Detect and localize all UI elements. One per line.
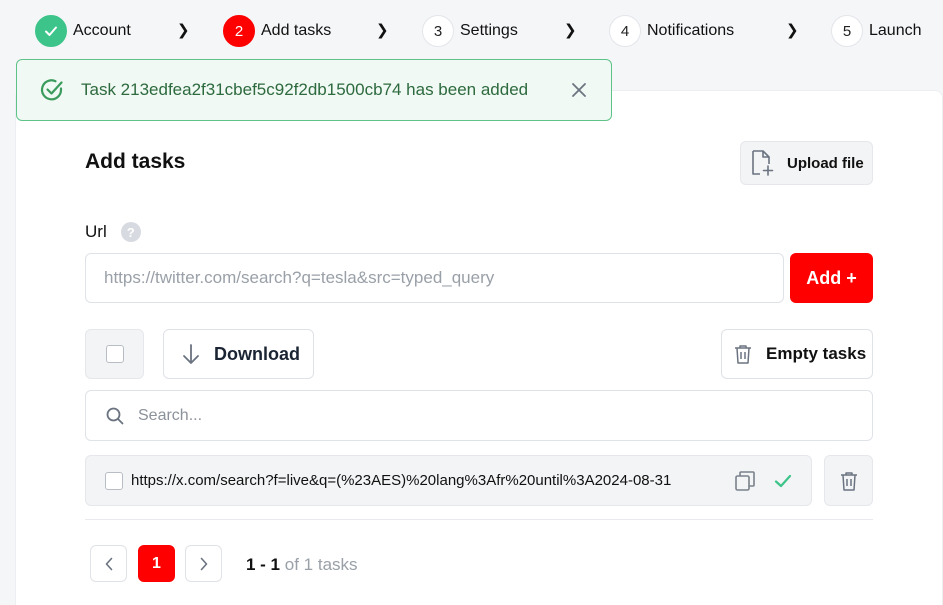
select-all <box>85 329 144 379</box>
step-label: Notifications <box>647 22 735 39</box>
step-label: Account <box>73 22 131 39</box>
step-notifications[interactable]: 4 Notifications <box>609 15 734 47</box>
empty-tasks-label: Empty tasks <box>766 344 867 363</box>
step-label: Launch <box>869 22 922 39</box>
check-circle-icon <box>40 79 63 101</box>
check-icon <box>774 474 792 487</box>
upload-file-button[interactable]: Upload file <box>740 141 873 185</box>
download-label: Download <box>214 343 300 364</box>
search-box <box>85 390 873 441</box>
prev-page-button[interactable] <box>90 545 127 582</box>
step-label: Add tasks <box>261 22 332 39</box>
trash-icon <box>840 471 857 491</box>
page-button-current[interactable]: 1 <box>138 545 175 582</box>
url-input[interactable] <box>85 253 784 303</box>
help-icon[interactable]: ? <box>120 222 141 242</box>
step-account[interactable]: Account <box>35 15 131 47</box>
empty-tasks-button[interactable]: Empty tasks <box>721 329 873 379</box>
file-add-icon <box>752 150 774 176</box>
task-checkbox[interactable] <box>105 471 123 490</box>
pagination-info: 1 - 1 of 1 tasks <box>246 555 358 575</box>
page-title: Add tasks <box>85 150 186 173</box>
chevron-right-icon: ❯ <box>376 22 389 39</box>
arrow-down-icon <box>183 344 199 364</box>
task-url: https://x.com/search?f=live&q=(%23AES)%2… <box>131 472 672 489</box>
step-label: Settings <box>460 22 518 39</box>
close-icon <box>572 83 586 97</box>
pagination-total: of 1 tasks <box>284 555 358 574</box>
chevron-right-icon: ❯ <box>564 22 577 39</box>
step-done-icon <box>35 15 67 47</box>
url-label: Url ? <box>85 222 141 242</box>
add-task-button[interactable]: Add + <box>790 253 873 303</box>
task-row: https://x.com/search?f=live&q=(%23AES)%2… <box>85 455 812 506</box>
search-icon <box>106 407 124 424</box>
chevron-right-icon <box>200 557 207 570</box>
step-number: 2 <box>223 15 255 47</box>
copy-icon[interactable] <box>734 470 756 492</box>
chevron-left-icon <box>105 557 112 570</box>
upload-file-label: Upload file <box>787 154 864 172</box>
step-number: 5 <box>831 15 863 47</box>
chevron-right-icon: ❯ <box>177 22 190 39</box>
step-add-tasks[interactable]: 2 Add tasks <box>223 15 331 47</box>
divider <box>85 519 873 520</box>
step-number: 4 <box>609 15 641 47</box>
next-page-button[interactable] <box>185 545 222 582</box>
pagination-range: 1 - 1 <box>246 555 281 574</box>
stepper: Account ❯ 2 Add tasks ❯ 3 Settings ❯ 4 N… <box>0 0 943 64</box>
step-launch[interactable]: 5 Launch <box>831 15 922 47</box>
delete-task-button[interactable] <box>824 455 873 506</box>
chevron-right-icon: ❯ <box>786 22 799 39</box>
search-input[interactable] <box>138 406 838 425</box>
step-number: 3 <box>422 15 454 47</box>
step-settings[interactable]: 3 Settings <box>422 15 518 47</box>
toast-message: Task 213edfea2f31cbef5c92f2db1500cb74 ha… <box>81 80 529 99</box>
success-toast: Task 213edfea2f31cbef5c92f2db1500cb74 ha… <box>16 59 612 121</box>
download-button[interactable]: Download <box>163 329 314 379</box>
trash-icon <box>735 345 751 364</box>
close-toast-button[interactable] <box>561 72 597 108</box>
select-all-checkbox[interactable] <box>105 345 124 363</box>
url-label-text: Url <box>85 222 107 241</box>
